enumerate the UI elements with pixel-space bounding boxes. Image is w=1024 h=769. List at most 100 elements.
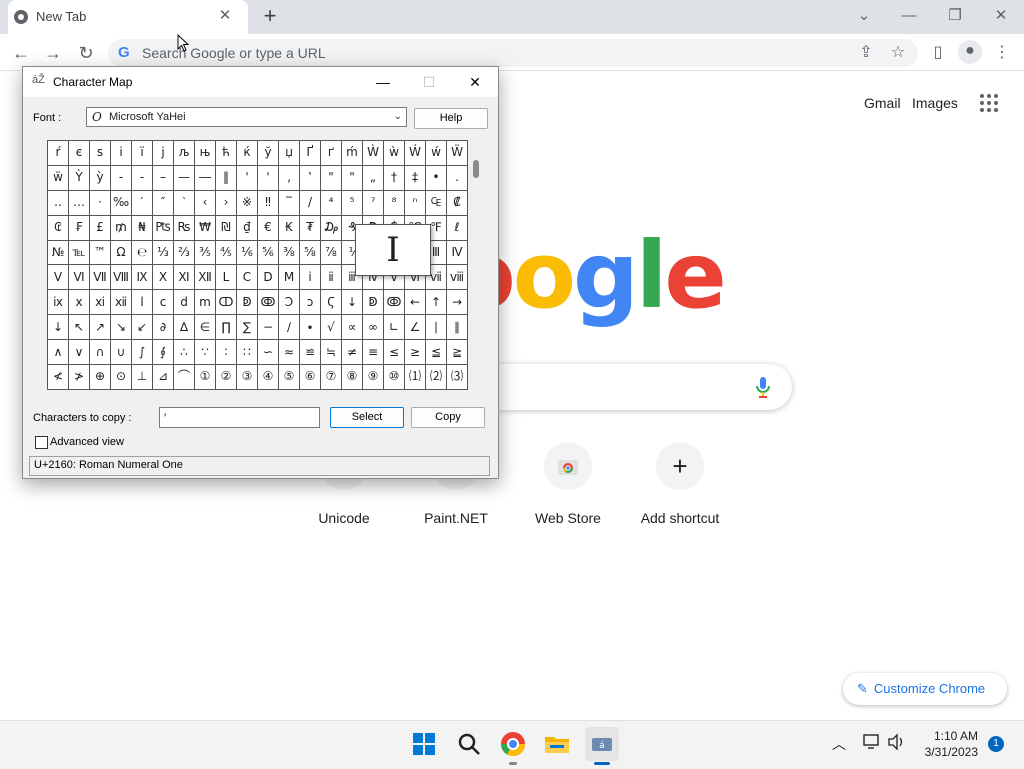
character-cell[interactable]: ″ [152,189,174,216]
character-cell[interactable]: ⅺ [89,289,111,316]
character-cell[interactable]: Ⅿ [278,264,300,291]
character-cell[interactable]: ∷ [236,339,258,366]
character-cell[interactable]: ₭ [278,214,300,241]
character-cell[interactable]: → [446,289,468,316]
file-explorer-icon[interactable] [541,728,573,760]
character-cell[interactable]: ↂ [383,289,405,316]
character-cell[interactable]: ⌒ [173,364,195,390]
character-cell[interactable]: ∴ [173,339,195,366]
character-cell[interactable]: ₫ [236,214,258,241]
character-cell[interactable]: Ϛ [320,289,342,316]
character-cell[interactable]: ∧ [47,339,69,366]
character-cell[interactable]: ⅾ [173,289,195,316]
character-cell[interactable]: − [257,314,279,341]
character-cell[interactable]: † [383,164,405,191]
windows-start-icon[interactable] [408,728,440,760]
character-cell[interactable]: ∞ [362,314,384,341]
character-cell[interactable]: ∪ [110,339,132,366]
character-cell[interactable]: ₣ [68,214,90,241]
tab-search-dropdown-icon[interactable]: ⌄ [842,4,886,28]
search-icon[interactable] [453,728,485,760]
character-cell[interactable]: ≥ [404,339,426,366]
select-button[interactable]: Select [330,407,404,428]
profile-icon[interactable]: ● [958,40,982,64]
character-cell[interactable]: ↓ [47,314,69,341]
character-cell[interactable]: ↙ [131,314,153,341]
character-cell[interactable]: € [257,214,279,241]
character-cell[interactable]: ∶ [215,339,237,366]
character-cell[interactable]: ∮ [152,339,174,366]
character-cell[interactable]: ï [131,140,153,166]
font-dropdown[interactable]: O Microsoft YaHei ⌄ [86,107,407,127]
character-cell[interactable]: ≌ [299,339,321,366]
copy-button[interactable]: Copy [411,407,485,428]
grid-scrollbar[interactable] [470,140,483,390]
character-cell[interactable]: є [68,140,90,166]
character-cell[interactable]: ∽ [257,339,279,366]
restore-button[interactable]: ❐ [933,4,977,28]
character-cell[interactable]: ⊕ [89,364,111,390]
sidepanel-icon[interactable]: ▯ [927,42,949,64]
charmap-close-button[interactable]: ✕ [452,71,498,93]
tab-close-icon[interactable]: ✕ [216,7,234,25]
clock-date[interactable]: 3/31/2023 [918,745,978,759]
character-cell[interactable]: ≠ [341,339,363,366]
notification-badge[interactable]: 1 [988,736,1004,752]
character-cell[interactable]: ⅰ [299,264,321,291]
google-apps-icon[interactable] [980,94,1000,114]
character-cell[interactable]: ћ [215,140,237,166]
shortcut-web-store[interactable]: Web Store [520,442,616,526]
character-cell[interactable]: ₦ [131,214,153,241]
minimize-button[interactable]: — [887,4,931,28]
character-cell[interactable]: ∨ [68,339,90,366]
customize-chrome-button[interactable]: ✎ Customize Chrome [843,673,1007,705]
character-cell[interactable]: ∵ [194,339,216,366]
character-cell[interactable]: Ґ [299,140,321,166]
character-cell[interactable]: ⁿ [404,189,426,216]
character-cell[interactable]: Ẃ [404,140,426,166]
character-cell[interactable]: √ [320,314,342,341]
scrollbar-thumb[interactable] [473,160,479,178]
character-cell[interactable]: ₥ [110,214,132,241]
character-cell[interactable]: Ⅷ [110,264,132,291]
character-cell[interactable]: ẃ [425,140,447,166]
character-cell[interactable]: ⊿ [152,364,174,390]
new-tab-button[interactable]: + [258,5,282,29]
character-cell[interactable]: ⑵ [425,364,447,390]
character-cell[interactable]: ' [236,164,258,191]
character-cell[interactable]: ≡ [362,339,384,366]
gmail-link[interactable]: Gmail [864,95,901,111]
character-cell[interactable]: ∈ [194,314,216,341]
character-cell[interactable]: .. [47,189,69,216]
character-cell[interactable]: ≧ [446,339,468,366]
character-cell[interactable]: ⅻ [110,289,132,316]
character-cell[interactable]: ў [257,140,279,166]
help-button[interactable]: Help [414,108,488,129]
character-cell[interactable]: ⁴ [320,189,342,216]
character-cell[interactable]: Ẅ [446,140,468,166]
character-cell[interactable]: ™ [89,239,111,266]
character-cell[interactable]: — [173,164,195,191]
character-cell[interactable]: ⅗ [194,239,216,266]
character-cell[interactable]: ⑦ [320,364,342,390]
character-cell[interactable]: ↖ [68,314,90,341]
character-cell[interactable]: s [89,140,111,166]
character-cell[interactable]: ḿ [341,140,363,166]
share-icon[interactable]: ⇪ [855,42,877,64]
character-cell[interactable]: ⅞ [320,239,342,266]
character-cell[interactable]: ↀ [215,289,237,316]
character-cell[interactable]: ẁ [383,140,405,166]
star-icon[interactable]: ☆ [887,42,909,64]
character-cell[interactable]: ₨ [173,214,195,241]
character-cell[interactable]: ↁ [362,289,384,316]
character-cell[interactable]: Ⅵ [68,264,90,291]
character-cell[interactable]: ₧ [152,214,174,241]
character-cell[interactable]: ↘ [110,314,132,341]
character-cell[interactable]: ₢ [47,214,69,241]
character-cell[interactable]: ґ [320,140,342,166]
character-cell[interactable]: № [47,239,69,266]
advanced-view-checkbox[interactable] [35,436,48,449]
character-cell[interactable]: ⁵ [341,189,363,216]
reload-button[interactable]: ↻ [75,42,97,64]
character-cell[interactable]: Ⅽ [236,264,258,291]
